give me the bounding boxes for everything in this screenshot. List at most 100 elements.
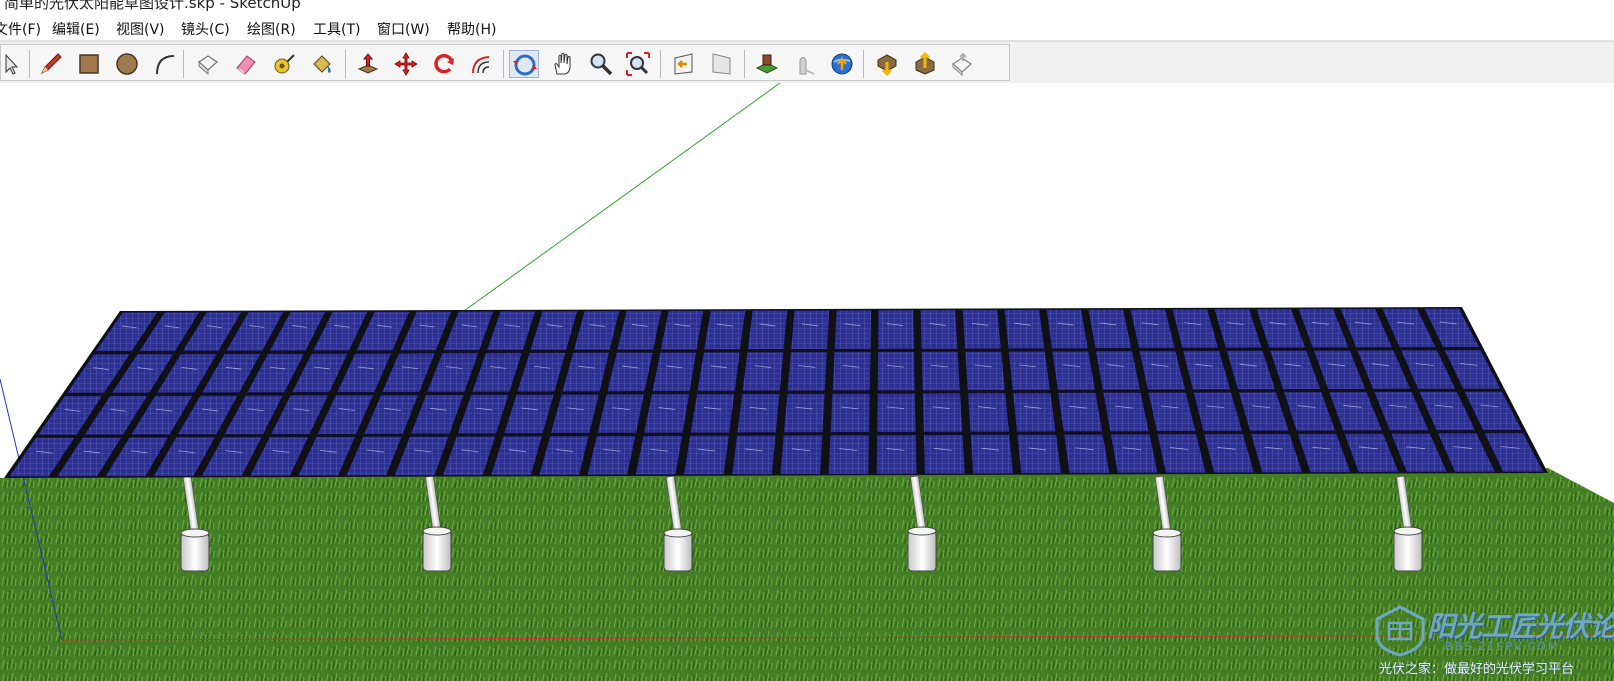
solar-panel <box>683 434 730 476</box>
tape-measure-icon[interactable] <box>269 50 299 78</box>
green-axis <box>449 83 781 322</box>
move-icon[interactable] <box>391 50 421 78</box>
solar-panel <box>703 309 746 351</box>
paint-bucket-icon[interactable] <box>307 50 337 78</box>
google-earth-icon[interactable] <box>827 50 857 78</box>
menu-tools[interactable]: 工具(T) <box>313 19 360 39</box>
menu-window[interactable]: 窗口(W) <box>377 19 430 39</box>
drawing-viewport[interactable]: 阳光工匠光伏论坛 BBS.21SPV.COM 光伏之家：做最好的光伏学习平台 <box>0 83 1614 681</box>
push-pull-icon[interactable] <box>353 50 383 78</box>
solar-panel <box>634 434 683 476</box>
offset-icon[interactable] <box>466 50 496 78</box>
solar-panel <box>651 351 697 392</box>
pier-cap <box>422 526 452 536</box>
menu-bar: 文件(F) 编辑(E) 视图(V) 镜头(C) 绘图(R) 工具(T) 窗口(W… <box>0 16 1614 41</box>
solar-panel <box>1003 309 1046 350</box>
get-models-icon[interactable] <box>872 50 902 78</box>
solar-panel <box>790 309 830 350</box>
zoom-extents-icon[interactable] <box>623 50 653 78</box>
solar-panel <box>1016 433 1062 474</box>
menu-draw[interactable]: 绘图(R) <box>247 19 296 39</box>
watermark-title: 阳光工匠光伏论坛 <box>1427 610 1614 643</box>
forum-logo-icon <box>1375 605 1425 657</box>
forum-watermark: 阳光工匠光伏论坛 BBS.21SPV.COM 光伏之家：做最好的光伏学习平台 <box>1375 603 1614 681</box>
share-component-icon[interactable] <box>947 50 977 78</box>
pier-cap <box>1393 526 1423 536</box>
solar-panel <box>919 309 959 350</box>
solar-panel <box>921 392 964 433</box>
watermark-url: BBS.21SPV.COM <box>1445 640 1560 653</box>
solar-panel <box>1012 392 1057 433</box>
solar-panel <box>833 309 872 350</box>
next-view-icon[interactable] <box>707 50 737 78</box>
concrete-pier <box>422 530 452 572</box>
solar-panel <box>786 351 828 392</box>
solar-panel <box>1057 392 1103 433</box>
solar-panel <box>779 434 824 475</box>
pan-hand-icon[interactable] <box>548 50 578 78</box>
solar-panel <box>920 350 961 392</box>
eraser-icon[interactable] <box>231 50 261 78</box>
solar-panel <box>696 351 741 392</box>
solar-panel <box>689 393 736 434</box>
concrete-pier <box>180 532 210 572</box>
solar-panel <box>923 434 966 475</box>
orbit-icon[interactable] <box>509 50 539 78</box>
solar-panel <box>1007 350 1051 391</box>
pencil-line-icon[interactable] <box>36 50 66 78</box>
select-arrow-icon[interactable] <box>0 50 25 78</box>
menu-help[interactable]: 帮助(H) <box>447 19 496 39</box>
solar-panel <box>967 392 1010 433</box>
toggle-terrain-icon[interactable] <box>790 50 820 78</box>
previous-view-icon[interactable] <box>669 50 699 78</box>
solar-panel <box>876 351 916 392</box>
tool-strip <box>0 44 1010 81</box>
solar-panel <box>659 310 705 351</box>
menu-file[interactable]: 文件(F) <box>0 19 41 39</box>
solar-panel <box>1109 433 1159 474</box>
window-title: 简单的光伏太阳能草图设计.skp - SketchUp <box>4 0 301 12</box>
solar-panel <box>969 433 1014 475</box>
add-location-icon[interactable] <box>752 50 782 78</box>
window-title-bar: 简单的光伏太阳能草图设计.skp - SketchUp <box>0 0 1614 14</box>
solar-panel <box>1045 308 1089 350</box>
solar-panel <box>731 434 777 475</box>
make-component-icon[interactable] <box>193 50 223 78</box>
solar-panel <box>961 309 1002 350</box>
solar-panel <box>736 393 781 434</box>
solar-panel <box>877 309 915 350</box>
circle-icon[interactable] <box>112 50 142 78</box>
menu-view[interactable]: 视图(V) <box>116 19 165 39</box>
watermark-slogan: 光伏之家：做最好的光伏学习平台 <box>1379 662 1575 677</box>
menu-edit[interactable]: 编辑(E) <box>52 19 100 39</box>
solar-panel <box>783 392 826 434</box>
menu-camera[interactable]: 镜头(C) <box>181 19 230 39</box>
arc-icon[interactable] <box>149 50 179 78</box>
concrete-pier <box>1152 532 1182 572</box>
solar-panel <box>1051 350 1096 391</box>
pier-cap <box>663 528 693 538</box>
share-model-icon[interactable] <box>910 50 940 78</box>
rotate-icon[interactable] <box>429 50 459 78</box>
zoom-icon[interactable] <box>586 50 616 78</box>
solar-panel-array <box>4 307 1548 478</box>
pier-cap <box>180 528 210 538</box>
ground-grass-field <box>0 468 1614 681</box>
solar-panel <box>1095 350 1141 391</box>
main-toolbar <box>0 41 1614 85</box>
solar-panel <box>1063 433 1111 474</box>
pier-cap <box>907 526 937 536</box>
solar-array-scene <box>0 83 1614 681</box>
solar-panel <box>1102 391 1150 433</box>
solar-panel <box>875 434 918 475</box>
concrete-pier <box>663 532 693 572</box>
solar-panel <box>643 393 690 434</box>
concrete-pier <box>1393 530 1423 572</box>
solar-panel <box>964 350 1006 391</box>
solar-panel <box>741 351 785 392</box>
rectangle-icon[interactable] <box>74 50 104 78</box>
pier-cap <box>1152 528 1182 538</box>
solar-panel <box>831 351 872 392</box>
concrete-pier <box>907 530 937 572</box>
solar-panel <box>829 392 871 433</box>
